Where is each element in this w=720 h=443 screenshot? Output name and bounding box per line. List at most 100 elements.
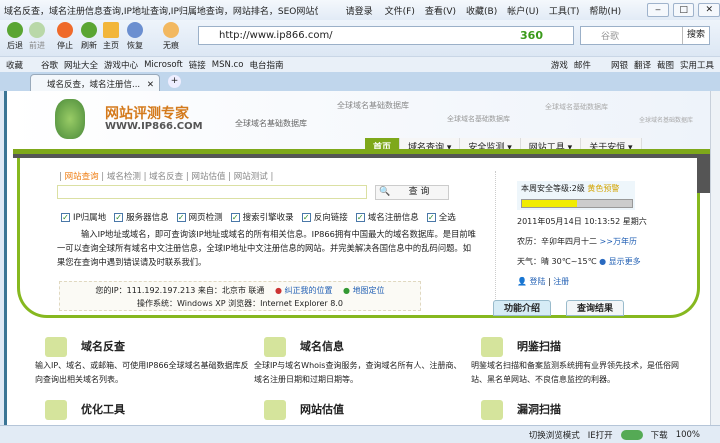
- address-bar[interactable]: http://www.ip866.com/360: [198, 26, 574, 45]
- check-whois[interactable]: ✓ 域名注册信息: [355, 211, 419, 223]
- fix-location-link[interactable]: ● 纠正我的位置: [275, 286, 333, 295]
- query-input[interactable]: [57, 185, 367, 199]
- ie-open-button[interactable]: IE打开: [588, 429, 613, 441]
- fav-item[interactable]: 翻译: [634, 59, 651, 71]
- home-button[interactable]: 主页: [100, 22, 122, 51]
- chart-folder-icon: [481, 337, 503, 357]
- query-button[interactable]: 🔍 查 询: [375, 185, 449, 200]
- login-link[interactable]: 登陆: [530, 277, 546, 286]
- restore-button[interactable]: 恢复: [124, 22, 146, 51]
- check-search-index[interactable]: ✓ 搜索引擎收录: [230, 211, 294, 223]
- security-level-bar: [521, 199, 633, 208]
- menu-favorites[interactable]: 收藏(B): [466, 7, 497, 17]
- feature-domain-info[interactable]: 域名信息 全球IP与域名Whois查询服务，查询域名所有人、注册商、域名注册日期和…: [254, 335, 469, 387]
- search-input[interactable]: 谷歌 搜索: [580, 26, 710, 45]
- url-text[interactable]: http://www.ip866.com/: [219, 30, 333, 41]
- qtab-test[interactable]: 网站测试: [234, 172, 268, 182]
- feature-reverse[interactable]: 域名反查 输入IP、域名、或邮箱、可使用IP866全球域名基础数据库反向查询出相关…: [35, 335, 250, 387]
- back-arrow-icon: [7, 22, 23, 38]
- check-server-info[interactable]: ✓ 服务器信息: [114, 211, 169, 223]
- slogan: 全球域名基础数据库: [447, 115, 510, 123]
- fav-item[interactable]: 截图: [657, 59, 674, 71]
- panel-divider: [495, 171, 496, 311]
- tool-folder-icon: [45, 400, 67, 420]
- brand-360: 360: [520, 29, 543, 42]
- feature-valuation[interactable]: 网站估值: [254, 398, 469, 422]
- minimize-button[interactable]: ‒: [647, 3, 669, 17]
- login-link[interactable]: 请登录: [346, 4, 373, 17]
- qtab-reverse[interactable]: 域名反查: [149, 172, 183, 182]
- menu-view[interactable]: 查看(V): [425, 7, 456, 17]
- feature-vuln-scan[interactable]: 漏洞扫描: [471, 398, 686, 422]
- fav-item[interactable]: 电台指南: [249, 59, 283, 71]
- fav-item[interactable]: 网银: [611, 59, 628, 71]
- close-button[interactable]: ✕: [698, 3, 720, 17]
- security-level: 本周安全等级:2级 黄色预警: [517, 181, 635, 210]
- undo-icon: [127, 22, 143, 38]
- fav-item[interactable]: Microsoft: [144, 60, 183, 70]
- fav-item[interactable]: MSN.co: [212, 60, 244, 70]
- check-page-detect[interactable]: ✓ 网页检测: [176, 211, 223, 223]
- fav-item[interactable]: 实用工具: [680, 59, 714, 71]
- calendar-link[interactable]: >>万年历: [600, 237, 637, 246]
- map-locate-link[interactable]: ● 地图定位: [343, 286, 385, 295]
- menu-help[interactable]: 帮助(H): [589, 7, 621, 17]
- visitor-info: 您的IP：111.192.197.213 来自：北京市 联通 ● 纠正我的位置 …: [59, 281, 421, 311]
- check-backlinks[interactable]: ✓ 反向链接: [301, 211, 348, 223]
- vertical-scrollbar[interactable]: [710, 91, 720, 425]
- site-logo: [55, 99, 85, 139]
- globe-icon: ●: [599, 257, 607, 266]
- qtab-valuation[interactable]: 网站估值: [191, 172, 225, 182]
- zoom-level[interactable]: 100%: [676, 430, 700, 440]
- menu-file[interactable]: 文件(F): [385, 7, 415, 17]
- logo-text-en: WWW.IP866.COM: [105, 121, 203, 132]
- favorites-bar: 收藏 谷歌 网址大全 游戏中心 Microsoft 链接 MSN.co 电台指南…: [0, 56, 720, 72]
- slogan: 全球域名基础数据库: [639, 117, 694, 124]
- register-link[interactable]: 注册: [553, 277, 569, 286]
- fav-item[interactable]: 游戏: [551, 59, 568, 71]
- paw-icon: [163, 22, 179, 38]
- download-button[interactable]: 下载: [651, 429, 668, 441]
- fav-item[interactable]: 邮件: [574, 59, 591, 71]
- back-button[interactable]: 后退: [4, 22, 26, 51]
- query-tabs: | 网站查询 | 域名检测 | 域名反查 | 网站估值 | 网站测试 |: [59, 172, 274, 182]
- magnifier-folder-icon: [45, 337, 67, 357]
- qtab-domain-check[interactable]: 域名检测: [107, 172, 141, 182]
- maximize-button[interactable]: □: [672, 3, 695, 17]
- check-ip-location[interactable]: ✓ IP归属地: [61, 211, 106, 223]
- fav-item[interactable]: 游戏中心: [104, 59, 138, 71]
- tab-results[interactable]: 查询结果: [566, 300, 625, 316]
- lunar-date: 农历：辛卯年四月十二: [517, 237, 597, 246]
- switch-mode-button[interactable]: 切换浏览模式: [529, 429, 580, 441]
- window-title: 域名反查，域名注册信息查询,IP地址查询,IP归属地查询，网站排名，SEO网站优…: [4, 6, 318, 17]
- fav-item[interactable]: 谷歌: [41, 59, 58, 71]
- slogan: 全球域名基础数据库: [337, 101, 409, 110]
- fav-item[interactable]: 链接: [189, 59, 206, 71]
- check-all[interactable]: ✓ 全选: [426, 211, 456, 223]
- feature-optimize[interactable]: 优化工具: [35, 398, 250, 422]
- new-tab-button[interactable]: +: [168, 75, 181, 88]
- browser-tab[interactable]: 域名反查，域名注册信... ✕: [30, 74, 160, 91]
- stop-button[interactable]: 停止: [54, 22, 76, 51]
- close-tab-icon[interactable]: ✕: [147, 80, 154, 90]
- tab-features[interactable]: 功能介绍: [493, 300, 552, 316]
- fav-item[interactable]: 网址大全: [64, 59, 98, 71]
- www-folder-icon: [264, 337, 286, 357]
- weather-more-link[interactable]: 显示更多: [609, 257, 641, 266]
- search-button[interactable]: 搜索: [681, 27, 709, 44]
- refresh-icon: [81, 22, 97, 38]
- qtab-site[interactable]: 网站查询: [65, 172, 99, 182]
- menu-tools[interactable]: 工具(T): [549, 7, 580, 17]
- stop-icon: [57, 22, 73, 38]
- right-edge-bar: [697, 158, 710, 193]
- toggle-icon[interactable]: [620, 429, 643, 440]
- site-description: 输入IP地址或域名，即可查询该IP地址或域名的所有相关信息。IP866拥有中国最…: [57, 229, 476, 267]
- menu-bar: 文件(F) 查看(V) 收藏(B) 帐户(U) 工具(T) 帮助(H): [385, 4, 632, 17]
- fav-item[interactable]: 收藏: [6, 59, 23, 71]
- refresh-button[interactable]: 刷新: [78, 22, 100, 51]
- forward-button[interactable]: 前进: [26, 22, 48, 51]
- web-page: 网站评测专家 WWW.IP866.COM 全球域名基础数据库 全球域名基础数据库…: [4, 91, 710, 425]
- menu-account[interactable]: 帐户(U): [507, 7, 539, 17]
- feature-scan[interactable]: 明鉴扫描 明鉴域名扫描和备案监测系统拥有业界领先技术，是低俗网站、黑名单网站、不良…: [471, 335, 686, 387]
- incognito-button[interactable]: 无痕: [160, 22, 182, 51]
